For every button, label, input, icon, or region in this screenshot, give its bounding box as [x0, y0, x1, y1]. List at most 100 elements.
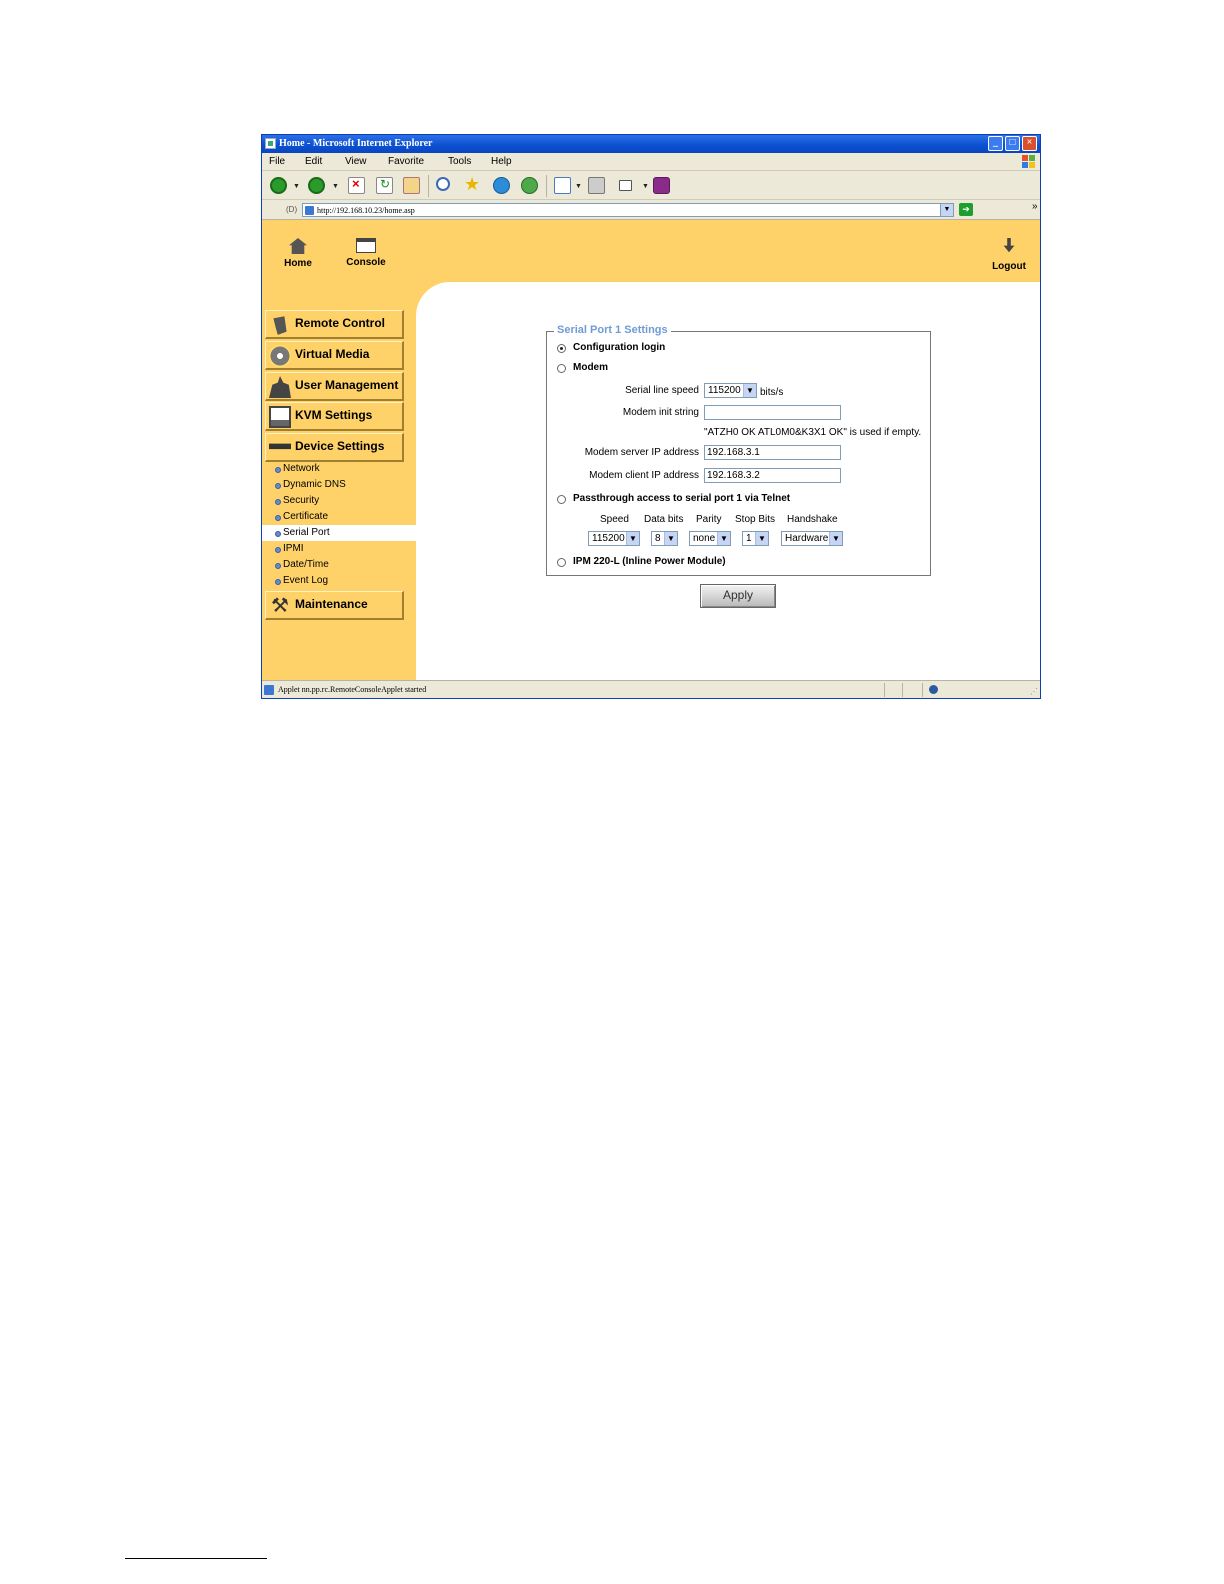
sidebar-device-settings[interactable]: Device Settings	[265, 433, 404, 462]
sidebar-kvm-settings[interactable]: KVM Settings	[265, 402, 404, 431]
bullet-icon	[275, 547, 281, 553]
refresh-icon[interactable]	[376, 177, 393, 194]
chevron-down-icon: ▼	[829, 532, 842, 545]
menu-edit[interactable]: Edit	[305, 156, 322, 167]
menu-favorite[interactable]: Favorite	[388, 156, 424, 167]
pt-stop-bits-select[interactable]: 1 ▼	[742, 531, 769, 546]
sidebar-label: Virtual Media	[295, 347, 370, 361]
messenger-icon[interactable]	[653, 177, 670, 194]
serial-speed-label: Serial line speed	[625, 385, 699, 396]
stop-bits-header: Stop Bits	[735, 514, 776, 525]
back-dropdown-icon[interactable]: ▼	[293, 183, 300, 190]
submenu-label: Date/Time	[283, 559, 329, 570]
sidebar-label: Remote Control	[295, 316, 385, 330]
maximize-button[interactable]: □	[1005, 136, 1020, 151]
submenu-security[interactable]: Security	[262, 493, 416, 509]
sidebar-maintenance[interactable]: ⚒ Maintenance	[265, 591, 404, 620]
pt-speed-select[interactable]: 115200 ▼	[588, 531, 640, 546]
resize-grip-icon[interactable]: ⋰	[1030, 687, 1038, 696]
modem-radio[interactable]	[557, 364, 566, 373]
home-page-icon[interactable]	[403, 177, 420, 194]
bullet-icon	[275, 483, 281, 489]
media-icon[interactable]	[493, 177, 510, 194]
chevron-down-icon: ▼	[626, 532, 639, 545]
submenu-event-log[interactable]: Event Log	[262, 573, 416, 589]
chevron-down-icon: ▼	[755, 532, 768, 545]
back-icon[interactable]	[270, 177, 287, 194]
submenu-label: Serial Port	[283, 527, 330, 538]
settings-legend: Serial Port 1 Settings	[554, 324, 671, 336]
mail-dropdown-icon[interactable]: ▼	[575, 183, 582, 190]
sidebar-virtual-media[interactable]: Virtual Media	[265, 341, 404, 370]
pt-handshake-select[interactable]: Hardware ▼	[781, 531, 843, 546]
toolbar-separator	[546, 175, 547, 197]
ipm-radio[interactable]	[557, 558, 566, 567]
passthrough-radio[interactable]	[557, 495, 566, 504]
nav-console-label: Console	[346, 257, 386, 268]
edit-dropdown-icon[interactable]: ▼	[642, 183, 649, 190]
submenu-ipmi[interactable]: IPMI	[262, 541, 416, 557]
sidebar-label: Device Settings	[295, 439, 385, 453]
pt-parity-value: none	[693, 533, 716, 544]
serial-speed-select[interactable]: 115200 ▼	[704, 383, 757, 398]
toolbar-separator	[428, 175, 429, 197]
search-icon[interactable]	[436, 177, 450, 191]
forward-icon[interactable]	[308, 177, 325, 194]
user-management-icon	[269, 376, 291, 398]
pt-handshake-value: Hardware	[785, 533, 829, 544]
submenu-label: IPMI	[283, 543, 304, 554]
pt-stop-bits-value: 1	[746, 533, 752, 544]
history-icon[interactable]	[521, 177, 538, 194]
bullet-icon	[275, 579, 281, 585]
edit-icon[interactable]	[619, 180, 632, 191]
submenu-serial-port[interactable]: Serial Port	[262, 525, 416, 541]
nav-home[interactable]: Home	[282, 238, 314, 269]
address-dropdown-icon[interactable]: ▼	[940, 204, 953, 216]
sidebar-remote-control[interactable]: Remote Control	[265, 310, 404, 339]
menu-tools[interactable]: Tools	[448, 156, 471, 167]
sidebar-label: KVM Settings	[295, 408, 373, 422]
favorites-star-icon[interactable]: ★	[464, 174, 481, 194]
forward-dropdown-icon[interactable]: ▼	[332, 183, 339, 190]
print-icon[interactable]	[588, 177, 605, 194]
mail-icon[interactable]	[554, 177, 571, 194]
minimize-button[interactable]: _	[988, 136, 1003, 151]
config-login-radio[interactable]	[557, 344, 566, 353]
virtual-media-icon	[269, 345, 291, 367]
bullet-icon	[275, 515, 281, 521]
nav-console[interactable]: Console	[346, 238, 386, 268]
submenu-label: Certificate	[283, 511, 329, 522]
server-ip-input[interactable]	[704, 445, 841, 460]
submenu-dynamic-dns[interactable]: Dynamic DNS	[262, 477, 416, 493]
menu-help[interactable]: Help	[491, 156, 512, 167]
page-content: Home Console Logout Remote Control Virtu…	[262, 220, 1040, 680]
client-ip-input[interactable]	[704, 468, 841, 483]
sidebar-user-management[interactable]: User Management	[265, 372, 404, 401]
pt-parity-select[interactable]: none ▼	[689, 531, 731, 546]
pt-speed-value: 115200	[592, 533, 625, 544]
address-label: (D)	[286, 205, 298, 214]
address-input[interactable]: http://192.168.10.23/home.asp ▼	[302, 203, 954, 217]
pt-data-bits-select[interactable]: 8 ▼	[651, 531, 678, 546]
data-bits-header: Data bits	[644, 514, 684, 525]
submenu-network[interactable]: Network	[262, 461, 416, 477]
init-string-hint: "ATZH0 OK ATL0M0&K3X1 OK" is used if emp…	[704, 427, 922, 438]
apply-button[interactable]: Apply	[700, 584, 776, 608]
config-login-label: Configuration login	[573, 342, 666, 353]
browser-window: Home - Microsoft Internet Explorer _ □ ×…	[261, 134, 1041, 699]
menu-view[interactable]: View	[345, 156, 367, 167]
tools-icon: ⚒	[271, 595, 289, 617]
go-arrow-icon[interactable]: ➔	[959, 203, 973, 216]
parity-header: Parity	[696, 514, 722, 525]
submenu-certificate[interactable]: Certificate	[262, 509, 416, 525]
nav-logout-label: Logout	[992, 261, 1026, 272]
close-button[interactable]: ×	[1022, 136, 1037, 151]
windows-logo-icon	[1022, 155, 1035, 168]
chevron-more-icon[interactable]: »	[1032, 201, 1038, 212]
submenu-date-time[interactable]: Date/Time	[262, 557, 416, 573]
stop-icon[interactable]	[348, 176, 365, 194]
init-string-input[interactable]	[704, 405, 841, 420]
nav-logout[interactable]: Logout	[989, 238, 1029, 272]
speed-header: Speed	[600, 514, 629, 525]
menu-file[interactable]: File	[269, 156, 285, 167]
